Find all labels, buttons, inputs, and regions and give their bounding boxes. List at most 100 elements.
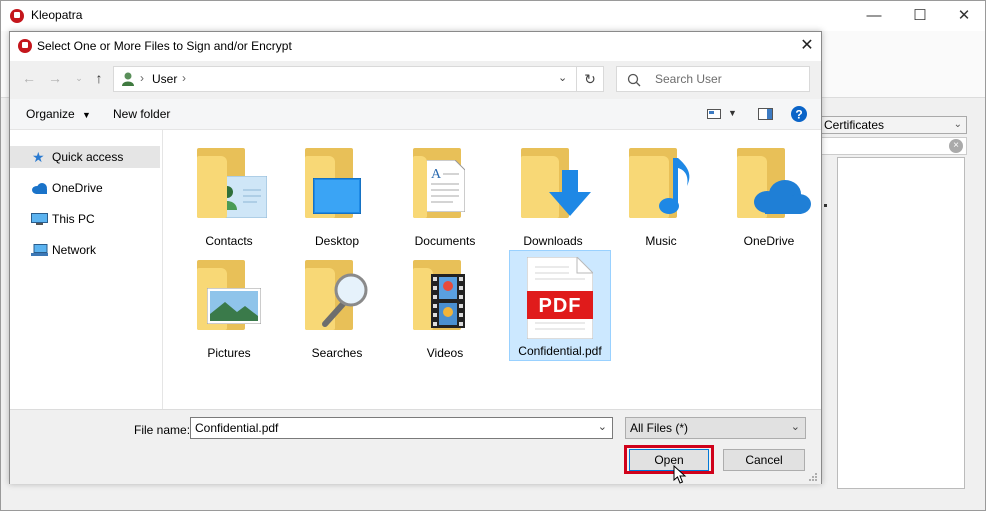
certificates-combo-value: Certificates <box>824 118 885 132</box>
nav-item-onedrive[interactable]: OneDrive <box>10 177 160 199</box>
item-label: Desktop <box>314 234 360 248</box>
certificate-list[interactable] <box>824 157 965 489</box>
dialog-close-icon[interactable]: ✕ <box>792 32 822 61</box>
cancel-button[interactable]: Cancel <box>723 449 805 471</box>
nav-label: Quick access <box>52 150 124 164</box>
videos-folder-icon <box>431 274 465 328</box>
folder-item-contacts[interactable]: Contacts <box>179 142 279 252</box>
certificates-combo[interactable]: Certificates ⌄ <box>817 116 967 134</box>
item-label: Videos <box>426 346 464 360</box>
search-placeholder: Search User <box>655 72 722 86</box>
item-label: Music <box>645 234 677 248</box>
folder-item-pictures[interactable]: Pictures <box>179 254 279 364</box>
view-dropdown-icon[interactable]: ▼ <box>728 108 737 118</box>
chevron-down-icon: ⌄ <box>953 119 962 130</box>
pdf-badge: PDF <box>538 295 582 317</box>
folder-item-downloads[interactable]: Downloads <box>503 142 603 252</box>
file-type-value: All Files (*) <box>630 421 689 435</box>
kleopatra-titlebar: Kleopatra — ☐ ✕ <box>1 1 985 31</box>
breadcrumb-user[interactable]: User <box>152 72 177 86</box>
clear-filter-icon[interactable]: × <box>949 139 963 153</box>
chevron-down-icon: ⌄ <box>790 421 800 433</box>
back-arrow-icon[interactable]: ← <box>18 67 40 89</box>
navigation-pane: ★ Quick access OneDrive This PC Network <box>10 130 163 409</box>
breadcrumb-separator-icon: › <box>182 71 186 85</box>
address-dropdown-icon[interactable]: ⌄ <box>558 71 567 84</box>
dialog-app-icon <box>18 39 32 53</box>
cloud-icon <box>32 183 47 194</box>
nav-label: OneDrive <box>52 181 103 195</box>
search-icon <box>627 73 641 87</box>
view-options-icon[interactable] <box>707 109 721 119</box>
dialog-titlebar: Select One or More Files to Sign and/or … <box>10 32 821 61</box>
file-name-dropdown-icon[interactable]: ⌄ <box>598 420 607 433</box>
list-dot <box>824 204 827 207</box>
refresh-icon[interactable]: ↻ <box>576 66 604 92</box>
breadcrumb-separator-icon: › <box>140 71 144 85</box>
preview-pane-icon[interactable] <box>758 108 773 120</box>
file-list-view: Contacts Desktop A Documents Downloads M… <box>163 130 821 409</box>
minimize-icon[interactable]: — <box>851 1 897 31</box>
address-bar[interactable]: › User › ⌄ <box>113 66 577 92</box>
item-label: Searches <box>311 346 363 360</box>
recent-locations-chevron-icon[interactable]: ⌄ <box>68 67 90 89</box>
pictures-folder-icon <box>207 288 261 324</box>
open-button[interactable]: Open <box>629 449 709 471</box>
item-label: Documents <box>414 234 476 248</box>
nav-item-this-pc[interactable]: This PC <box>10 208 160 230</box>
music-folder-icon <box>659 158 690 214</box>
file-name-label: File name: <box>134 423 191 437</box>
dialog-title: Select One or More Files to Sign and/or … <box>37 39 292 53</box>
kleopatra-title: Kleopatra <box>31 8 83 22</box>
maximize-icon[interactable]: ☐ <box>897 1 943 31</box>
mouse-cursor-icon <box>673 465 687 484</box>
organize-dropdown-icon: ▼ <box>82 110 91 120</box>
item-label: Downloads <box>523 234 583 248</box>
window-close-icon[interactable]: ✕ <box>941 1 986 31</box>
item-label: Confidential.pdf <box>518 344 602 358</box>
folder-item-videos[interactable]: Videos <box>395 254 495 364</box>
certificate-filter-input[interactable] <box>817 137 967 155</box>
nav-item-network[interactable]: Network <box>10 239 160 261</box>
desktop-folder-icon <box>313 178 361 214</box>
nav-item-quick-access[interactable]: ★ Quick access <box>10 146 160 168</box>
item-label: Contacts <box>205 234 253 248</box>
folder-item-documents[interactable]: A Documents <box>395 142 495 252</box>
computer-icon <box>31 213 48 225</box>
file-name-value: Confidential.pdf <box>195 421 279 435</box>
file-name-input[interactable]: Confidential.pdf ⌄ <box>190 417 613 439</box>
nav-label: Network <box>52 243 97 257</box>
star-icon: ★ <box>32 149 45 165</box>
searches-folder-icon <box>322 273 368 327</box>
up-arrow-icon[interactable]: ↑ <box>88 67 110 89</box>
folder-front <box>413 268 433 330</box>
downloads-folder-icon <box>549 170 591 216</box>
organize-button[interactable]: Organize ▼ <box>26 107 91 121</box>
file-item-confidential-pdf[interactable]: PDF Confidential.pdf <box>509 250 611 361</box>
resize-grip-icon[interactable] <box>808 472 818 482</box>
folder-item-music[interactable]: Music <box>611 142 711 252</box>
network-icon <box>31 244 48 256</box>
search-box[interactable]: Search User <box>616 66 810 92</box>
new-folder-button[interactable]: New folder <box>113 107 170 121</box>
help-icon[interactable]: ? <box>791 106 807 122</box>
item-label: Pictures <box>207 346 251 360</box>
folder-item-desktop[interactable]: Desktop <box>287 142 387 252</box>
folder-item-onedrive[interactable]: OneDrive <box>719 142 819 252</box>
organize-label: Organize <box>26 107 75 121</box>
item-label: OneDrive <box>743 234 795 248</box>
forward-arrow-icon[interactable]: → <box>44 67 66 89</box>
command-bar: Organize ▼ New folder ▼ ? <box>10 99 821 130</box>
user-folder-icon <box>122 72 134 86</box>
kleopatra-app-icon <box>10 9 24 23</box>
folder-front <box>197 156 227 218</box>
documents-folder-icon: A <box>425 160 465 212</box>
file-type-select[interactable]: All Files (*) ⌄ <box>625 417 806 439</box>
onedrive-folder-icon <box>754 180 811 214</box>
svg-text:?: ? <box>795 108 802 122</box>
folder-item-searches[interactable]: Searches <box>287 254 387 364</box>
nav-label: This PC <box>52 212 95 226</box>
open-file-dialog: Select One or More Files to Sign and/or … <box>9 31 822 484</box>
svg-text:A: A <box>431 167 442 182</box>
folder-front <box>413 156 427 218</box>
